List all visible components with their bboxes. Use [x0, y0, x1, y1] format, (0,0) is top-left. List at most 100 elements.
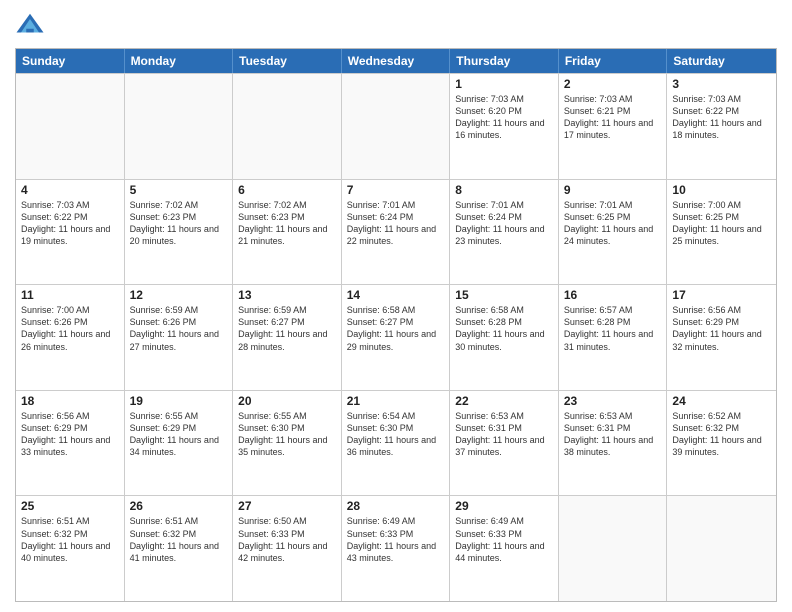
cal-row-2: 11 Sunrise: 7:00 AM Sunset: 6:26 PM Dayli…	[16, 284, 776, 390]
day-info: Sunrise: 6:50 AM Sunset: 6:33 PM Dayligh…	[238, 515, 336, 564]
day-number: 22	[455, 394, 553, 408]
day-number: 13	[238, 288, 336, 302]
cal-row-3: 18 Sunrise: 6:56 AM Sunset: 6:29 PM Dayli…	[16, 390, 776, 496]
day-number: 9	[564, 183, 662, 197]
cal-cell-empty-0-3	[342, 74, 451, 179]
cal-cell-24: 24 Sunrise: 6:52 AM Sunset: 6:32 PM Dayli…	[667, 391, 776, 496]
day-number: 4	[21, 183, 119, 197]
cal-cell-empty-0-1	[125, 74, 234, 179]
cal-cell-17: 17 Sunrise: 6:56 AM Sunset: 6:29 PM Dayli…	[667, 285, 776, 390]
logo-icon	[15, 10, 45, 40]
cal-header-thursday: Thursday	[450, 49, 559, 73]
cal-cell-2: 2 Sunrise: 7:03 AM Sunset: 6:21 PM Daylig…	[559, 74, 668, 179]
day-info: Sunrise: 6:59 AM Sunset: 6:27 PM Dayligh…	[238, 304, 336, 353]
cal-row-0: 1Sunrise: 7:03 AM Sunset: 6:20 PM Daylig…	[16, 73, 776, 179]
cal-cell-empty-0-2	[233, 74, 342, 179]
page: SundayMondayTuesdayWednesdayThursdayFrid…	[0, 0, 792, 612]
cal-cell-23: 23Sunrise: 6:53 AM Sunset: 6:31 PM Dayli…	[559, 391, 668, 496]
cal-cell-18: 18 Sunrise: 6:56 AM Sunset: 6:29 PM Dayli…	[16, 391, 125, 496]
cal-cell-25: 25 Sunrise: 6:51 AM Sunset: 6:32 PM Dayli…	[16, 496, 125, 601]
cal-cell-21: 21 Sunrise: 6:54 AM Sunset: 6:30 PM Dayli…	[342, 391, 451, 496]
day-info: Sunrise: 7:03 AM Sunset: 6:22 PM Dayligh…	[672, 93, 771, 142]
day-number: 6	[238, 183, 336, 197]
cal-cell-empty-0-0	[16, 74, 125, 179]
day-number: 20	[238, 394, 336, 408]
cal-cell-7: 7 Sunrise: 7:01 AM Sunset: 6:24 PM Daylig…	[342, 180, 451, 285]
cal-cell-1: 1Sunrise: 7:03 AM Sunset: 6:20 PM Daylig…	[450, 74, 559, 179]
day-info: Sunrise: 6:55 AM Sunset: 6:29 PM Dayligh…	[130, 410, 228, 459]
cal-cell-empty-4-6	[667, 496, 776, 601]
day-info: Sunrise: 6:55 AM Sunset: 6:30 PM Dayligh…	[238, 410, 336, 459]
day-info: Sunrise: 7:03 AM Sunset: 6:22 PM Dayligh…	[21, 199, 119, 248]
day-info: Sunrise: 6:51 AM Sunset: 6:32 PM Dayligh…	[130, 515, 228, 564]
day-info: Sunrise: 7:02 AM Sunset: 6:23 PM Dayligh…	[238, 199, 336, 248]
cal-header-monday: Monday	[125, 49, 234, 73]
cal-cell-5: 5 Sunrise: 7:02 AM Sunset: 6:23 PM Daylig…	[125, 180, 234, 285]
day-number: 14	[347, 288, 445, 302]
day-number: 3	[672, 77, 771, 91]
cal-header-wednesday: Wednesday	[342, 49, 451, 73]
day-number: 1	[455, 77, 553, 91]
day-number: 19	[130, 394, 228, 408]
cal-header-sunday: Sunday	[16, 49, 125, 73]
cal-cell-13: 13 Sunrise: 6:59 AM Sunset: 6:27 PM Dayli…	[233, 285, 342, 390]
cal-cell-29: 29 Sunrise: 6:49 AM Sunset: 6:33 PM Dayli…	[450, 496, 559, 601]
cal-cell-16: 16Sunrise: 6:57 AM Sunset: 6:28 PM Dayli…	[559, 285, 668, 390]
calendar-header-row: SundayMondayTuesdayWednesdayThursdayFrid…	[16, 49, 776, 73]
day-info: Sunrise: 6:57 AM Sunset: 6:28 PM Dayligh…	[564, 304, 662, 353]
day-info: Sunrise: 6:53 AM Sunset: 6:31 PM Dayligh…	[455, 410, 553, 459]
day-number: 28	[347, 499, 445, 513]
day-info: Sunrise: 6:52 AM Sunset: 6:32 PM Dayligh…	[672, 410, 771, 459]
day-number: 10	[672, 183, 771, 197]
day-info: Sunrise: 7:02 AM Sunset: 6:23 PM Dayligh…	[130, 199, 228, 248]
cal-cell-28: 28 Sunrise: 6:49 AM Sunset: 6:33 PM Dayli…	[342, 496, 451, 601]
day-info: Sunrise: 7:01 AM Sunset: 6:24 PM Dayligh…	[347, 199, 445, 248]
day-info: Sunrise: 6:58 AM Sunset: 6:27 PM Dayligh…	[347, 304, 445, 353]
cal-row-4: 25 Sunrise: 6:51 AM Sunset: 6:32 PM Dayli…	[16, 495, 776, 601]
day-info: Sunrise: 7:00 AM Sunset: 6:26 PM Dayligh…	[21, 304, 119, 353]
cal-cell-11: 11 Sunrise: 7:00 AM Sunset: 6:26 PM Dayli…	[16, 285, 125, 390]
cal-cell-12: 12 Sunrise: 6:59 AM Sunset: 6:26 PM Dayli…	[125, 285, 234, 390]
cal-header-friday: Friday	[559, 49, 668, 73]
day-info: Sunrise: 7:00 AM Sunset: 6:25 PM Dayligh…	[672, 199, 771, 248]
cal-cell-3: 3 Sunrise: 7:03 AM Sunset: 6:22 PM Daylig…	[667, 74, 776, 179]
cal-cell-27: 27Sunrise: 6:50 AM Sunset: 6:33 PM Dayli…	[233, 496, 342, 601]
logo	[15, 10, 49, 40]
day-info: Sunrise: 6:49 AM Sunset: 6:33 PM Dayligh…	[455, 515, 553, 564]
day-info: Sunrise: 7:03 AM Sunset: 6:21 PM Dayligh…	[564, 93, 662, 142]
day-number: 2	[564, 77, 662, 91]
cal-cell-8: 8Sunrise: 7:01 AM Sunset: 6:24 PM Daylig…	[450, 180, 559, 285]
day-number: 18	[21, 394, 119, 408]
day-number: 17	[672, 288, 771, 302]
day-info: Sunrise: 6:56 AM Sunset: 6:29 PM Dayligh…	[21, 410, 119, 459]
cal-cell-15: 15Sunrise: 6:58 AM Sunset: 6:28 PM Dayli…	[450, 285, 559, 390]
day-number: 15	[455, 288, 553, 302]
cal-cell-empty-4-5	[559, 496, 668, 601]
cal-cell-19: 19 Sunrise: 6:55 AM Sunset: 6:29 PM Dayli…	[125, 391, 234, 496]
calendar: SundayMondayTuesdayWednesdayThursdayFrid…	[15, 48, 777, 602]
day-number: 25	[21, 499, 119, 513]
day-number: 7	[347, 183, 445, 197]
cal-cell-14: 14 Sunrise: 6:58 AM Sunset: 6:27 PM Dayli…	[342, 285, 451, 390]
calendar-body: 1Sunrise: 7:03 AM Sunset: 6:20 PM Daylig…	[16, 73, 776, 601]
day-number: 26	[130, 499, 228, 513]
day-number: 8	[455, 183, 553, 197]
day-number: 12	[130, 288, 228, 302]
cal-cell-4: 4 Sunrise: 7:03 AM Sunset: 6:22 PM Daylig…	[16, 180, 125, 285]
cal-header-saturday: Saturday	[667, 49, 776, 73]
cal-cell-22: 22 Sunrise: 6:53 AM Sunset: 6:31 PM Dayli…	[450, 391, 559, 496]
day-info: Sunrise: 6:53 AM Sunset: 6:31 PM Dayligh…	[564, 410, 662, 459]
day-number: 21	[347, 394, 445, 408]
day-number: 5	[130, 183, 228, 197]
cal-row-1: 4 Sunrise: 7:03 AM Sunset: 6:22 PM Daylig…	[16, 179, 776, 285]
day-number: 11	[21, 288, 119, 302]
day-info: Sunrise: 6:59 AM Sunset: 6:26 PM Dayligh…	[130, 304, 228, 353]
day-info: Sunrise: 6:51 AM Sunset: 6:32 PM Dayligh…	[21, 515, 119, 564]
day-info: Sunrise: 6:54 AM Sunset: 6:30 PM Dayligh…	[347, 410, 445, 459]
day-info: Sunrise: 6:56 AM Sunset: 6:29 PM Dayligh…	[672, 304, 771, 353]
day-number: 29	[455, 499, 553, 513]
cal-header-tuesday: Tuesday	[233, 49, 342, 73]
cal-cell-20: 20 Sunrise: 6:55 AM Sunset: 6:30 PM Dayli…	[233, 391, 342, 496]
day-info: Sunrise: 6:49 AM Sunset: 6:33 PM Dayligh…	[347, 515, 445, 564]
day-number: 24	[672, 394, 771, 408]
